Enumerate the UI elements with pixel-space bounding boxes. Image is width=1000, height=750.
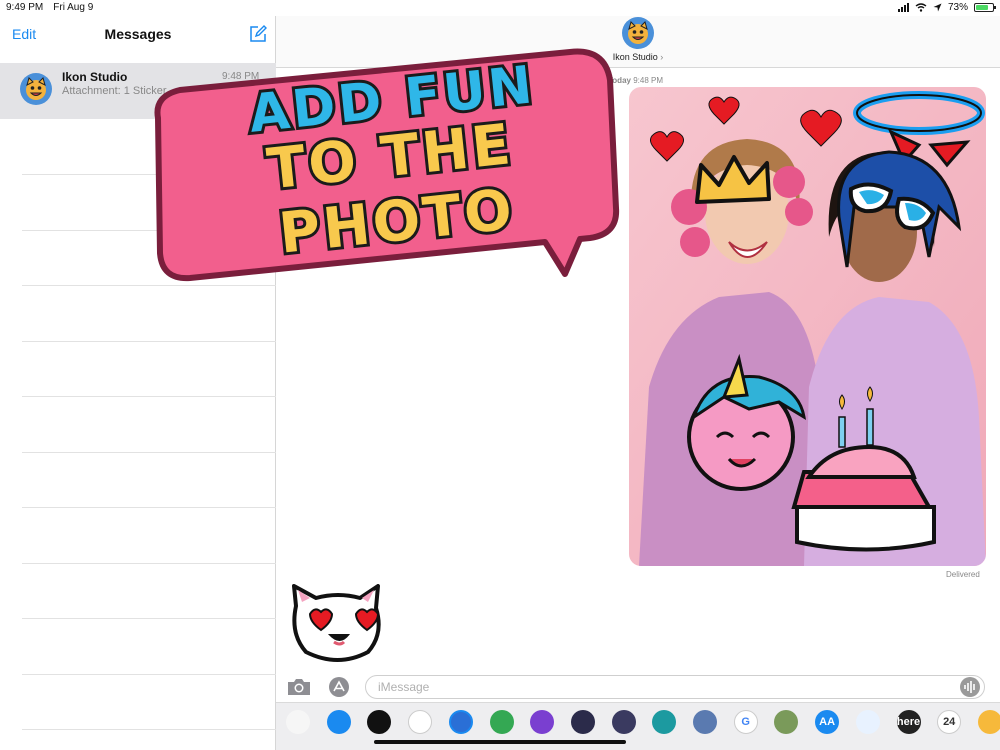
battery-percent: 73%	[947, 2, 968, 13]
list-divider	[22, 729, 276, 730]
camera-button[interactable]	[286, 676, 312, 698]
game-app-icon[interactable]	[570, 710, 595, 734]
photo-message[interactable]	[629, 87, 986, 566]
google-label: G	[741, 716, 750, 728]
apps-icon	[329, 677, 349, 697]
status-bar: 9:49 PM Fri Aug 9 73%	[0, 0, 1000, 16]
heart-eyes-cat-sticker	[292, 584, 381, 662]
dog-app-icon[interactable]	[977, 710, 1000, 734]
list-divider	[22, 452, 276, 453]
imessage-input[interactable]	[365, 675, 985, 699]
list-divider	[22, 563, 276, 564]
calendar-24-label: 24	[943, 716, 956, 728]
camera-icon	[288, 679, 310, 695]
battery-icon	[974, 3, 996, 12]
digital-touch-icon[interactable]	[367, 710, 392, 734]
app-store-button[interactable]	[325, 676, 353, 698]
signal-icon	[897, 3, 909, 12]
cat-sticker-message[interactable]	[288, 584, 388, 664]
delivered-status: Delivered	[946, 570, 980, 579]
list-divider	[22, 618, 276, 619]
music-icon[interactable]	[408, 710, 433, 734]
home-indicator[interactable]	[374, 740, 626, 744]
font-app-label: AA	[819, 716, 836, 728]
list-divider	[22, 507, 276, 508]
compose-icon	[250, 25, 267, 42]
here-app-label: here	[896, 716, 921, 728]
ikon-sticker-app-icon[interactable]	[448, 710, 473, 734]
font-app-icon[interactable]: AA	[815, 710, 840, 734]
list-divider	[22, 396, 276, 397]
list-divider	[22, 341, 276, 342]
girl-character-icon[interactable]	[652, 710, 677, 734]
here-app-icon[interactable]: here	[896, 710, 921, 734]
chat-app-icon[interactable]	[774, 710, 799, 734]
photos-app-icon[interactable]	[286, 710, 310, 734]
character-app-icon[interactable]	[611, 710, 636, 734]
purple-app-icon[interactable]	[530, 710, 555, 734]
portrait-app-icon[interactable]	[693, 710, 717, 734]
location-icon	[933, 3, 942, 12]
list-divider	[22, 674, 276, 675]
status-date: Fri Aug 9	[53, 2, 94, 13]
status-time: 9:49 PM	[6, 2, 44, 13]
wifi-icon	[915, 3, 927, 12]
maps-icon[interactable]	[489, 710, 514, 734]
waveform-icon	[964, 681, 975, 693]
google-icon[interactable]: G	[733, 710, 758, 734]
calendar-24-icon[interactable]: 24	[937, 710, 962, 734]
audio-message-button[interactable]	[960, 677, 980, 697]
cartoon-app-icon[interactable]	[855, 710, 880, 734]
messages-title: Messages	[104, 26, 172, 42]
time-label: 9:48 PM	[633, 76, 663, 85]
conversation-name: Ikon Studio	[62, 70, 128, 84]
chevron-right-icon: ›	[660, 52, 664, 62]
messages-app-window: 9:49 PM Fri Aug 9 73% Edit Messages Ikon…	[0, 0, 1000, 750]
decorated-photo	[629, 87, 986, 566]
contact-avatar[interactable]	[622, 17, 654, 49]
avatar	[20, 73, 52, 105]
compose-button[interactable]	[248, 24, 268, 44]
app-store-icon[interactable]	[326, 710, 351, 734]
